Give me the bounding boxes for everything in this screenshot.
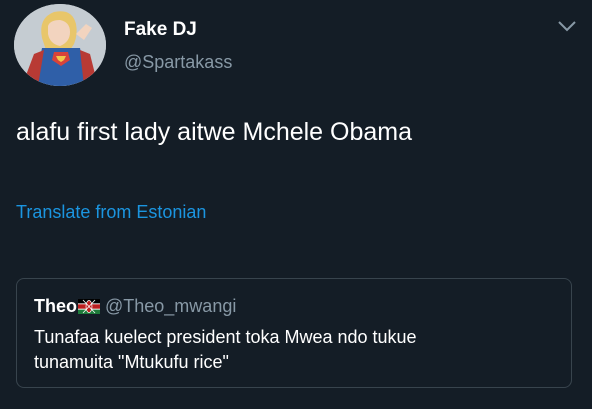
- translate-link[interactable]: Translate from Estonian: [16, 201, 206, 223]
- quoted-tweet-line: tunamuita "Mtukufu rice": [34, 352, 229, 372]
- tweet-text: alafu first lady aitwe Mchele Obama: [16, 118, 413, 146]
- author-handle[interactable]: @Spartakass: [124, 51, 232, 73]
- kenya-flag-icon: [78, 297, 100, 319]
- chevron-down-icon[interactable]: [556, 18, 578, 34]
- quoted-author-name[interactable]: Theo: [34, 296, 77, 316]
- quoted-tweet-line: Tunafaa kuelect president toka Mwea ndo …: [34, 327, 417, 347]
- quoted-author-handle[interactable]: @Theo_mwangi: [105, 296, 236, 316]
- quoted-tweet-card[interactable]: Theo @Theo_mwangi Tunafaa kuelect presid…: [16, 278, 572, 388]
- author-display-name[interactable]: Fake DJ: [124, 19, 197, 41]
- quoted-tweet-text: Tunafaa kuelect president toka Mwea ndo …: [34, 325, 564, 375]
- quoted-tweet-header: Theo @Theo_mwangi: [34, 295, 236, 317]
- avatar[interactable]: [14, 4, 106, 86]
- superhero-avatar-icon: [14, 4, 106, 86]
